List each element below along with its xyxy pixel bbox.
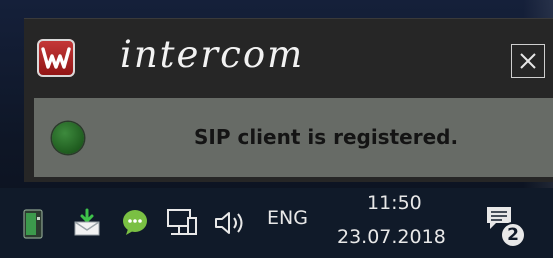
notification-count-badge: 2 — [500, 222, 526, 248]
device-icon[interactable] — [22, 208, 44, 240]
close-button[interactable] — [511, 44, 545, 78]
intercom-logo-mark — [41, 47, 71, 69]
chat-app-icon[interactable] — [120, 207, 150, 237]
language-indicator[interactable]: ENG — [267, 207, 308, 229]
network-icon[interactable] — [166, 208, 198, 238]
status-panel: SIP client is registered. — [34, 98, 553, 177]
close-icon — [520, 53, 536, 69]
taskbar: ENG 11:50 23.07.2018 2 — [0, 188, 553, 258]
mail-download-icon[interactable] — [72, 208, 102, 238]
intercom-notification: intercom SIP client is registered. — [24, 18, 553, 182]
volume-icon[interactable] — [213, 209, 249, 237]
intercom-logo — [37, 39, 75, 77]
status-message: SIP client is registered. — [194, 125, 459, 149]
clock-date[interactable]: 23.07.2018 — [337, 226, 446, 248]
notification-title: intercom — [120, 33, 305, 76]
status-indicator-icon — [52, 122, 84, 154]
action-center-button[interactable]: 2 — [478, 200, 528, 250]
clock-time[interactable]: 11:50 — [367, 192, 422, 214]
